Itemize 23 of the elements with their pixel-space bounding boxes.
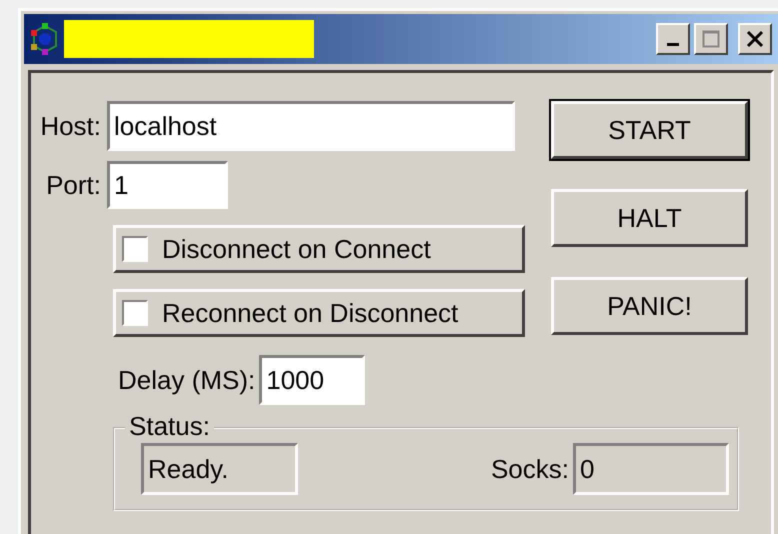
maximize-icon: [702, 30, 720, 48]
delay-label: Delay (MS):: [118, 364, 256, 396]
host-field[interactable]: localhost: [107, 101, 515, 151]
minimize-icon: [667, 42, 679, 46]
close-icon: [746, 30, 764, 48]
status-field: Ready.: [141, 443, 298, 495]
option-toggle[interactable]: Reconnect on Disconnect: [113, 289, 525, 337]
socks-label: Socks:: [490, 454, 570, 484]
close-button[interactable]: [738, 23, 772, 55]
port-label: Port:: [45, 170, 102, 200]
action-button[interactable]: HALT: [551, 189, 748, 247]
cube-icon: [30, 22, 60, 56]
checkbox[interactable]: [122, 300, 148, 326]
action-button[interactable]: PANIC!: [551, 277, 748, 335]
host-label: Host:: [39, 110, 102, 142]
delay-field[interactable]: 1000: [259, 355, 366, 405]
option-toggle[interactable]: Disconnect on Connect: [113, 225, 525, 273]
maximize-button[interactable]: [694, 23, 728, 55]
checkbox[interactable]: [122, 236, 148, 262]
action-button[interactable]: START: [551, 101, 748, 159]
minimize-button[interactable]: [656, 23, 690, 55]
socks-field: 0: [573, 443, 729, 495]
port-field[interactable]: 1: [107, 161, 228, 209]
